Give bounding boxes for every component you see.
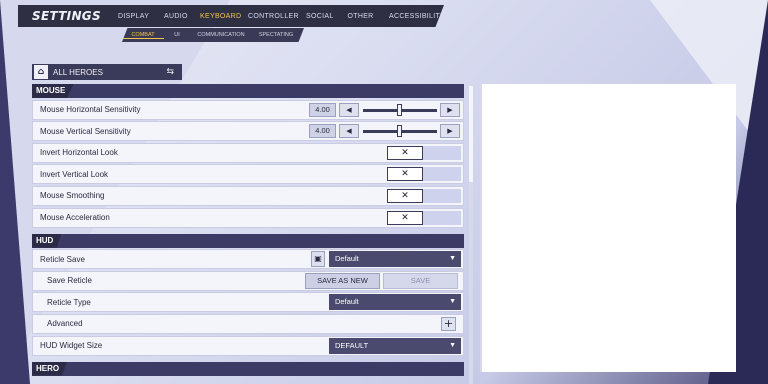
scrollbar-thumb[interactable] xyxy=(469,86,473,182)
close-icon: ✕ xyxy=(387,188,423,203)
tab-social[interactable]: SOCIAL xyxy=(299,13,339,20)
save-as-new-button[interactable]: SAVE AS NEW xyxy=(305,272,380,289)
toggle-switch[interactable]: ✕ xyxy=(387,145,461,160)
toggle-switch[interactable]: ✕ xyxy=(387,167,461,182)
settings-scrollbar[interactable] xyxy=(469,86,473,384)
tab-controller[interactable]: CONTROLLER xyxy=(241,13,299,20)
setting-row-hud-widget-size: HUD Widget Size DEFAULT ▼ xyxy=(32,335,464,356)
subtab-combat[interactable]: COMBAT xyxy=(122,32,164,39)
subtab-spectating[interactable]: SPECTATING xyxy=(252,32,300,38)
tab-audio[interactable]: AUDIO xyxy=(157,13,193,20)
tab-other[interactable]: OTHER xyxy=(339,13,382,20)
reticle-type-dropdown[interactable]: Default ▼ xyxy=(329,294,461,311)
setting-row-reticle-save: Reticle Save ▣ Default ▼ xyxy=(32,249,464,270)
save-file-icon[interactable]: ▣ xyxy=(311,251,325,268)
dropdown-value: Default xyxy=(335,297,359,307)
subtab-ui[interactable]: UI xyxy=(164,32,190,38)
save-button[interactable]: SAVE xyxy=(383,272,458,289)
toggle-track xyxy=(423,167,461,182)
hero-selector-label: ALL HEROES xyxy=(53,67,103,77)
sensitivity-value-input[interactable]: 4.00 xyxy=(309,124,336,139)
swap-icon[interactable]: ⇆ xyxy=(166,67,174,77)
background-shard xyxy=(0,0,30,384)
settings-panel: MOUSE Mouse Horizontal Sensitivity 4.00 … xyxy=(32,84,464,384)
dropdown-value: Default xyxy=(335,254,359,264)
caret-down-icon: ▼ xyxy=(449,255,456,263)
setting-row-save-reticle: Save Reticle SAVE AS NEW SAVE xyxy=(32,270,464,291)
tab-keyboard[interactable]: KEYBOARD xyxy=(193,13,241,20)
caret-down-icon: ▼ xyxy=(449,341,456,349)
toggle-track xyxy=(423,210,461,225)
setting-row-invert-horizontal-look: Invert Horizontal Look ✕ xyxy=(32,142,464,163)
subtab-communication[interactable]: COMMUNICATION xyxy=(190,32,252,38)
toggle-track xyxy=(423,188,461,203)
close-icon: ✕ xyxy=(387,167,423,182)
hud-widget-size-dropdown[interactable]: DEFAULT ▼ xyxy=(329,337,461,354)
dropdown-value: DEFAULT xyxy=(335,340,369,350)
setting-row-mouse-smoothing: Mouse Smoothing ✕ xyxy=(32,185,464,206)
reticle-save-dropdown[interactable]: Default ▼ xyxy=(329,251,461,268)
caret-down-icon: ▼ xyxy=(449,298,456,306)
setting-row-advanced: Advanced + xyxy=(32,313,464,334)
toggle-switch[interactable]: ✕ xyxy=(387,210,461,225)
section-header-mouse: MOUSE xyxy=(32,84,464,98)
expand-plus-icon[interactable]: + xyxy=(441,316,456,331)
section-title: MOUSE xyxy=(32,84,74,98)
setting-row-reticle-type: Reticle Type Default ▼ xyxy=(32,292,464,313)
tab-display[interactable]: DISPLAY xyxy=(110,13,157,20)
setting-row-mouse-vertical-sensitivity: Mouse Vertical Sensitivity 4.00 ◀ ▶ xyxy=(32,121,464,142)
setting-row-invert-vertical-look: Invert Vertical Look ✕ xyxy=(32,164,464,185)
section-header-hud: HUD xyxy=(32,233,464,248)
sub-nav-bar: COMBAT UI COMMUNICATION SPECTATING xyxy=(122,28,304,42)
section-title: HUD xyxy=(32,233,62,248)
section-header-hero: HERO xyxy=(32,361,464,376)
increase-button[interactable]: ▶ xyxy=(440,124,460,139)
section-title: HERO xyxy=(32,361,68,376)
toggle-track xyxy=(423,145,461,160)
page-title: SETTINGS xyxy=(32,9,101,23)
decrease-button[interactable]: ◀ xyxy=(339,102,359,117)
hero-selector[interactable]: ⌂ ALL HEROES ⇆ xyxy=(32,64,182,80)
decrease-button[interactable]: ◀ xyxy=(339,124,359,139)
increase-button[interactable]: ▶ xyxy=(440,102,460,117)
setting-label: Advanced xyxy=(47,319,83,329)
top-nav-bar: SETTINGS DISPLAY AUDIO KEYBOARD CONTROLL… xyxy=(18,5,444,27)
sensitivity-value-input[interactable]: 4.00 xyxy=(309,102,336,117)
toggle-switch[interactable]: ✕ xyxy=(387,188,461,203)
close-icon: ✕ xyxy=(387,210,423,225)
slider-handle[interactable] xyxy=(397,103,402,116)
tab-accessibility[interactable]: ACCESSIBILITY xyxy=(382,13,444,20)
close-icon: ✕ xyxy=(387,145,423,160)
setting-row-mouse-horizontal-sensitivity: Mouse Horizontal Sensitivity 4.00 ◀ ▶ xyxy=(32,99,464,120)
hero-emblem-icon: ⌂ xyxy=(34,65,48,79)
slider-handle[interactable] xyxy=(397,125,402,138)
setting-row-mouse-acceleration: Mouse Acceleration ✕ xyxy=(32,207,464,228)
preview-panel xyxy=(480,84,736,372)
